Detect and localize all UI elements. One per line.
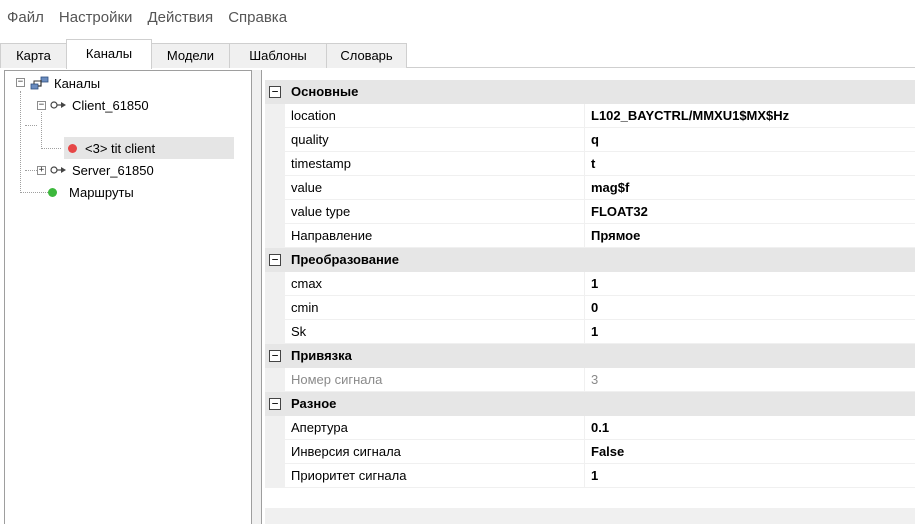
tree-routes-label: Маршруты bbox=[69, 184, 134, 200]
tab-bar: Карта Каналы Модели Шаблоны Словарь bbox=[0, 34, 915, 69]
property-name: Номер сигнала bbox=[285, 368, 585, 392]
category-row-transform[interactable]: − Преобразование bbox=[265, 248, 915, 272]
tree-guide-line bbox=[41, 112, 42, 147]
property-value[interactable]: False bbox=[585, 440, 915, 464]
tree-guide-line bbox=[25, 125, 37, 126]
menu-actions[interactable]: Действия bbox=[147, 9, 213, 26]
menu-settings[interactable]: Настройки bbox=[59, 9, 133, 26]
property-name: Sk bbox=[285, 320, 585, 344]
collapse-category-icon[interactable]: − bbox=[269, 350, 281, 362]
property-row[interactable]: location L102_BAYCTRL/MMXU1$MX$Hz bbox=[265, 104, 915, 128]
tree-guide-line bbox=[25, 170, 37, 171]
property-row[interactable]: Sk 1 bbox=[265, 320, 915, 344]
network-plugs-icon bbox=[30, 76, 49, 90]
tree-node-server[interactable]: Server_61850 bbox=[50, 159, 154, 181]
property-value[interactable]: 0.1 bbox=[585, 416, 915, 440]
category-row-misc[interactable]: − Разное bbox=[265, 392, 915, 416]
tab-channels[interactable]: Каналы bbox=[66, 39, 152, 69]
property-value[interactable]: q bbox=[585, 128, 915, 152]
property-name: quality bbox=[285, 128, 585, 152]
property-row[interactable]: quality q bbox=[265, 128, 915, 152]
property-name: cmax bbox=[285, 272, 585, 296]
property-row[interactable]: cmax 1 bbox=[265, 272, 915, 296]
property-value[interactable]: mag$f bbox=[585, 176, 915, 200]
tab-models[interactable]: Модели bbox=[151, 43, 230, 68]
tree-tit-client-label: <3> tit client bbox=[85, 140, 156, 156]
property-value[interactable]: 1 bbox=[585, 272, 915, 296]
category-row-binding[interactable]: − Привязка bbox=[265, 344, 915, 368]
property-value[interactable]: FLOAT32 bbox=[585, 200, 915, 224]
collapse-category-icon[interactable]: − bbox=[269, 254, 281, 266]
tab-templates[interactable]: Шаблоны bbox=[229, 43, 327, 68]
tree-node-client[interactable]: Client_61850 bbox=[50, 94, 149, 116]
tree-node-tit-client[interactable]: <3> tit client bbox=[64, 137, 234, 159]
collapse-category-icon[interactable]: − bbox=[269, 398, 281, 410]
property-value: 3 bbox=[585, 368, 915, 392]
collapse-client-toggle[interactable]: − bbox=[37, 101, 46, 110]
property-name: value type bbox=[285, 200, 585, 224]
property-name: location bbox=[285, 104, 585, 128]
property-value[interactable]: L102_BAYCTRL/MMXU1$MX$Hz bbox=[585, 104, 915, 128]
tree-guide-line bbox=[41, 148, 61, 149]
category-label: Основные bbox=[291, 84, 359, 99]
channel-tree[interactable]: − Каналы − Client_61850 <3> tit client +… bbox=[4, 70, 252, 524]
property-name: Инверсия сигнала bbox=[285, 440, 585, 464]
property-row[interactable]: Инверсия сигнала False bbox=[265, 440, 915, 464]
category-label: Привязка bbox=[291, 348, 352, 363]
property-value[interactable]: 0 bbox=[585, 296, 915, 320]
tree-root-label: Каналы bbox=[54, 75, 101, 91]
tree-client-label: Client_61850 bbox=[72, 97, 149, 113]
tree-guide-line bbox=[20, 192, 48, 193]
property-name: value bbox=[285, 176, 585, 200]
tree-root-channels[interactable]: Каналы bbox=[30, 72, 100, 94]
tree-guide-line bbox=[20, 91, 21, 191]
tab-dictionary[interactable]: Словарь bbox=[326, 43, 407, 68]
category-label: Преобразование bbox=[291, 252, 400, 267]
menu-help[interactable]: Справка bbox=[228, 9, 287, 26]
status-red-dot-icon bbox=[68, 143, 77, 153]
property-row-disabled: Номер сигнала 3 bbox=[265, 368, 915, 392]
category-label: Разное bbox=[291, 396, 337, 411]
tab-map[interactable]: Карта bbox=[0, 43, 67, 68]
property-value[interactable]: Прямое bbox=[585, 224, 915, 248]
connector-icon bbox=[50, 166, 66, 174]
tree-node-routes[interactable]: Маршруты bbox=[48, 181, 134, 203]
collapse-root-toggle[interactable]: − bbox=[16, 78, 25, 87]
splitter-border bbox=[261, 70, 262, 524]
property-name: Направление bbox=[285, 224, 585, 248]
status-green-dot-icon bbox=[48, 187, 57, 197]
property-row[interactable]: value type FLOAT32 bbox=[265, 200, 915, 224]
property-row[interactable]: value mag$f bbox=[265, 176, 915, 200]
connector-icon bbox=[50, 101, 66, 109]
property-row[interactable]: timestamp t bbox=[265, 152, 915, 176]
property-name: Приоритет сигнала bbox=[285, 464, 585, 488]
property-row[interactable]: Направление Прямое bbox=[265, 224, 915, 248]
category-row-main[interactable]: − Основные bbox=[265, 80, 915, 104]
property-value[interactable]: 1 bbox=[585, 464, 915, 488]
property-row[interactable]: cmin 0 bbox=[265, 296, 915, 320]
property-name: timestamp bbox=[285, 152, 585, 176]
property-row[interactable]: Апертура 0.1 bbox=[265, 416, 915, 440]
property-grid: − Основные location L102_BAYCTRL/MMXU1$M… bbox=[265, 80, 915, 508]
property-row[interactable]: Приоритет сигнала 1 bbox=[265, 464, 915, 488]
grid-footer-area bbox=[265, 508, 915, 524]
property-name: Апертура bbox=[285, 416, 585, 440]
menu-file[interactable]: Файл bbox=[7, 9, 44, 26]
property-value[interactable]: 1 bbox=[585, 320, 915, 344]
tree-server-label: Server_61850 bbox=[72, 162, 154, 178]
property-name: cmin bbox=[285, 296, 585, 320]
property-value[interactable]: t bbox=[585, 152, 915, 176]
expand-server-toggle[interactable]: + bbox=[37, 166, 46, 175]
collapse-category-icon[interactable]: − bbox=[269, 86, 281, 98]
menu-bar: Файл Настройки Действия Справка bbox=[0, 0, 915, 34]
